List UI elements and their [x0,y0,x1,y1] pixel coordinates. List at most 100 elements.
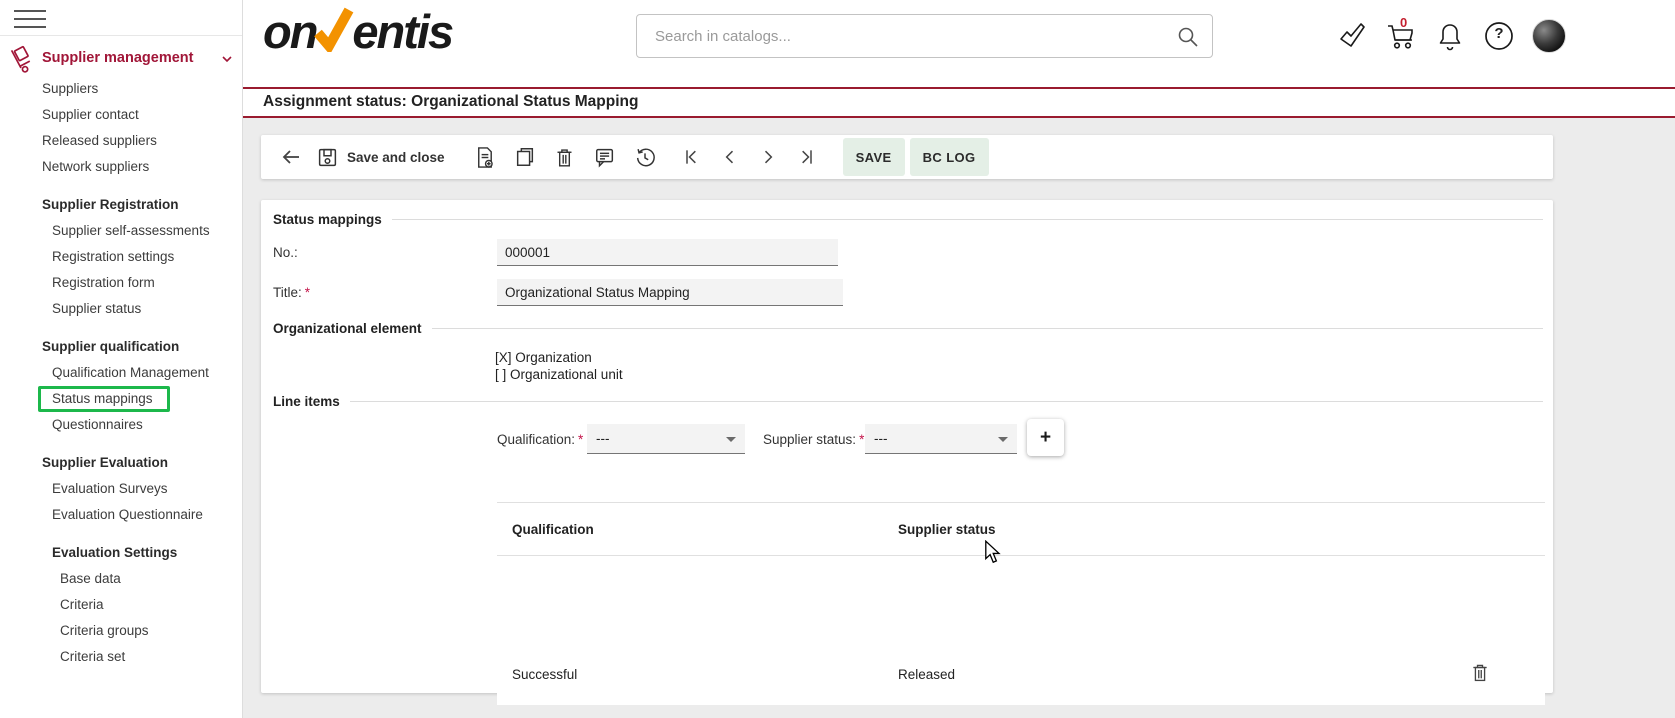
cell-supplier-status: Released [898,667,955,682]
sidebar-group-evaluation: Supplier Evaluation Evaluation Surveys E… [0,450,242,528]
checkmark-icon [1337,22,1367,50]
hamburger-menu-icon[interactable] [14,10,46,30]
history-button[interactable] [625,135,665,179]
section-organizational-element: Organizational element [273,321,1543,336]
sidebar-item-registration-settings[interactable]: Registration settings [0,244,242,270]
search-icon[interactable] [1176,25,1200,49]
title-field-input[interactable] [497,279,843,306]
sidebar: Supplier management Suppliers Supplier c… [0,0,243,718]
sidebar-item-supplier-self-assessments[interactable]: Supplier self-assessments [0,218,242,244]
sidebar-header-supplier-qualification: Supplier qualification [0,334,242,360]
previous-record-button[interactable] [711,135,749,179]
table-header-supplier-status: Supplier status [898,522,996,537]
sidebar-item-criteria[interactable]: Criteria [0,592,242,618]
first-record-button[interactable] [673,135,711,179]
title-required-mark: * [305,285,310,300]
record-navigation [673,135,825,179]
no-field-input[interactable] [497,239,838,266]
supplier-status-dropdown-value: --- [874,431,888,446]
dropdown-caret-icon [998,437,1008,442]
logo-check-icon [313,6,355,52]
back-button[interactable] [271,135,311,179]
header-divider-line [243,87,1675,89]
first-record-icon [682,147,702,167]
table-header-row: Qualification Supplier status [497,503,1545,556]
content-area: Save and close [243,118,1675,718]
bell-icon [1436,21,1464,51]
sidebar-item-base-data[interactable]: Base data [0,566,242,592]
delete-row-button[interactable] [1470,662,1490,686]
sidebar-item-evaluation-questionnaire[interactable]: Evaluation Questionnaire [0,502,242,528]
last-record-icon [796,147,816,167]
save-and-close-button[interactable]: Save and close [317,147,445,168]
sidebar-divider [0,35,242,36]
comment-icon [594,146,616,168]
copy-button[interactable] [505,135,545,179]
sidebar-group-evaluation-settings: Evaluation Settings Base data Criteria C… [0,540,242,670]
trash-icon [1470,662,1490,683]
notifications-button[interactable] [1434,18,1466,54]
sidebar-header-evaluation-settings: Evaluation Settings [0,540,242,566]
last-record-button[interactable] [787,135,825,179]
sidebar-item-criteria-set[interactable]: Criteria set [0,644,242,670]
approvals-button[interactable] [1336,18,1368,54]
sidebar-item-evaluation-surveys[interactable]: Evaluation Surveys [0,476,242,502]
delete-button[interactable] [545,135,585,179]
supplier-status-dropdown-label: Supplier status:* [763,432,864,447]
bc-log-button[interactable]: BC LOG [910,138,989,176]
org-element-organization: [X] Organization [495,350,592,366]
onventis-logo[interactable]: onentis [263,4,452,59]
table-row[interactable]: Successful Released [497,643,1545,705]
cart-button[interactable]: 0 [1385,18,1417,54]
page-title-bar: Assignment status: Organizational Status… [243,89,1675,116]
logo-text-entis: entis [352,5,452,58]
page-title: Assignment status: Organizational Status… [243,89,1675,115]
org-element-organizational-unit: [ ] Organizational unit [495,367,623,383]
sidebar-root-label: Supplier management [42,50,193,66]
logo-text-on: on [263,5,316,58]
section-line-items-label: Line items [273,394,340,409]
sidebar-item-supplier-contact[interactable]: Supplier contact [0,102,242,128]
section-status-mappings-label: Status mappings [273,212,382,227]
next-record-icon [758,147,778,167]
help-button[interactable]: ? [1483,18,1515,54]
back-arrow-icon [279,145,303,169]
sidebar-item-status-mappings[interactable]: Status mappings [0,386,242,412]
sidebar-item-registration-form[interactable]: Registration form [0,270,242,296]
sidebar-item-network-suppliers[interactable]: Network suppliers [0,154,242,180]
comment-button[interactable] [585,135,625,179]
sidebar-item-qualification-management[interactable]: Qualification Management [0,360,242,386]
section-status-mappings: Status mappings [273,212,1543,227]
trash-icon [554,147,575,168]
qualification-dropdown[interactable]: --- [587,424,745,454]
supplier-status-dropdown[interactable]: --- [865,424,1017,454]
application-window: Supplier management Suppliers Supplier c… [0,0,1675,718]
sidebar-header-supplier-evaluation: Supplier Evaluation [0,450,242,476]
save-and-close-label: Save and close [347,150,445,165]
title-divider-line [243,116,1675,118]
sidebar-item-supplier-status[interactable]: Supplier status [0,296,242,322]
sidebar-item-suppliers[interactable]: Suppliers [0,76,242,102]
user-avatar[interactable] [1532,19,1566,53]
copy-icon [514,146,536,168]
title-field-label: Title:* [273,285,310,300]
sidebar-item-criteria-groups[interactable]: Criteria groups [0,618,242,644]
line-items-table: Qualification Supplier status Successful… [497,502,1545,678]
dropdown-caret-icon [726,437,736,442]
action-toolbar: Save and close [261,135,1553,179]
add-line-item-button[interactable]: + [1027,419,1064,456]
qualification-required-mark: * [578,432,583,447]
search-input[interactable] [637,15,1212,57]
hand-truck-icon [8,44,38,74]
status-mapping-form: Status mappings No.: Title:* Organizatio… [261,200,1553,693]
sidebar-item-released-suppliers[interactable]: Released suppliers [0,128,242,154]
new-document-button[interactable] [465,135,505,179]
save-button[interactable]: SAVE [843,138,905,176]
sidebar-root-supplier-management[interactable]: Supplier management [0,46,242,74]
help-question-glyph: ? [1483,25,1515,42]
chevron-down-icon[interactable] [220,52,234,66]
sidebar-nav: Suppliers Supplier contact Released supp… [0,76,242,670]
next-record-button[interactable] [749,135,787,179]
cell-qualification: Successful [497,667,898,682]
sidebar-item-questionnaires[interactable]: Questionnaires [0,412,242,438]
